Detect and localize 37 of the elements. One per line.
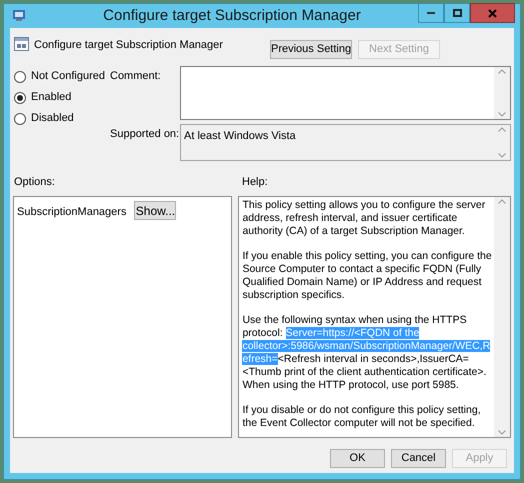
- comment-label: Comment:: [110, 70, 161, 82]
- help-paragraph: If you disable or do not configure this policy setting, the Event Collector computer will not be specified.: [242, 404, 482, 430]
- radio-button[interactable]: [14, 92, 26, 104]
- help-paragraph: If you enable this policy setting, you can configure the Source Computer to contact a specific FQDN (Fully Qualified Domain Name) or IP Address and request subscription specifics.: [242, 250, 492, 302]
- radio-button[interactable]: [14, 112, 26, 124]
- radio-option[interactable]: Disabled: [14, 112, 110, 125]
- scroll-down-icon[interactable]: [498, 430, 506, 435]
- help-label: Help:: [242, 175, 268, 190]
- ok-button[interactable]: OK: [330, 449, 385, 468]
- scrollbar[interactable]: [494, 197, 510, 437]
- cancel-button[interactable]: Cancel: [391, 449, 446, 468]
- supported-on-field: At least Windows Vista: [180, 124, 511, 161]
- scroll-up-icon[interactable]: [498, 69, 506, 74]
- comment-field[interactable]: [180, 66, 511, 120]
- radio-button[interactable]: [14, 70, 26, 82]
- policy-icon: [14, 37, 29, 51]
- minimize-button[interactable]: [418, 3, 444, 23]
- close-button[interactable]: [470, 3, 515, 23]
- close-icon[interactable]: [488, 8, 497, 18]
- help-paragraph: Use the following syntax when using the HTTPS protocol: Server=https://<FQDN of the collector>:5986/wsman/SubscriptionManager/WEC,Refresh=<Refresh interval in seconds>,IssuerCA=<Thumb print of the client authentication certificate>. When using the HTTP protocol, use port 5985.: [242, 314, 492, 392]
- scroll-up-icon[interactable]: [498, 199, 506, 204]
- supported-on-label: Supported on:: [110, 128, 180, 140]
- radio-option[interactable]: Enabled: [14, 91, 110, 104]
- window-title: Configure target Subscription Manager: [103, 6, 361, 26]
- radio-option[interactable]: Not Configured: [14, 70, 110, 83]
- scrollbar[interactable]: [494, 67, 510, 119]
- help-paragraph: This policy setting allows you to configure the server address, refresh interval, and issuer certificate authority (CA) of a target Subscription Manager.: [242, 199, 486, 238]
- scroll-down-icon[interactable]: [498, 112, 506, 117]
- app-icon: [12, 9, 26, 21]
- option-label: SubscriptionManagers: [17, 205, 126, 220]
- options-label: Options:: [13, 175, 56, 190]
- previous-setting-button[interactable]: Previous Setting: [270, 40, 352, 59]
- show-button[interactable]: Show...: [134, 201, 176, 220]
- policy-title: Configure target Subscription Manager: [34, 39, 223, 51]
- scroll-up-icon[interactable]: [498, 127, 506, 132]
- maximize-button[interactable]: [444, 3, 470, 23]
- scroll-down-icon[interactable]: [498, 153, 506, 158]
